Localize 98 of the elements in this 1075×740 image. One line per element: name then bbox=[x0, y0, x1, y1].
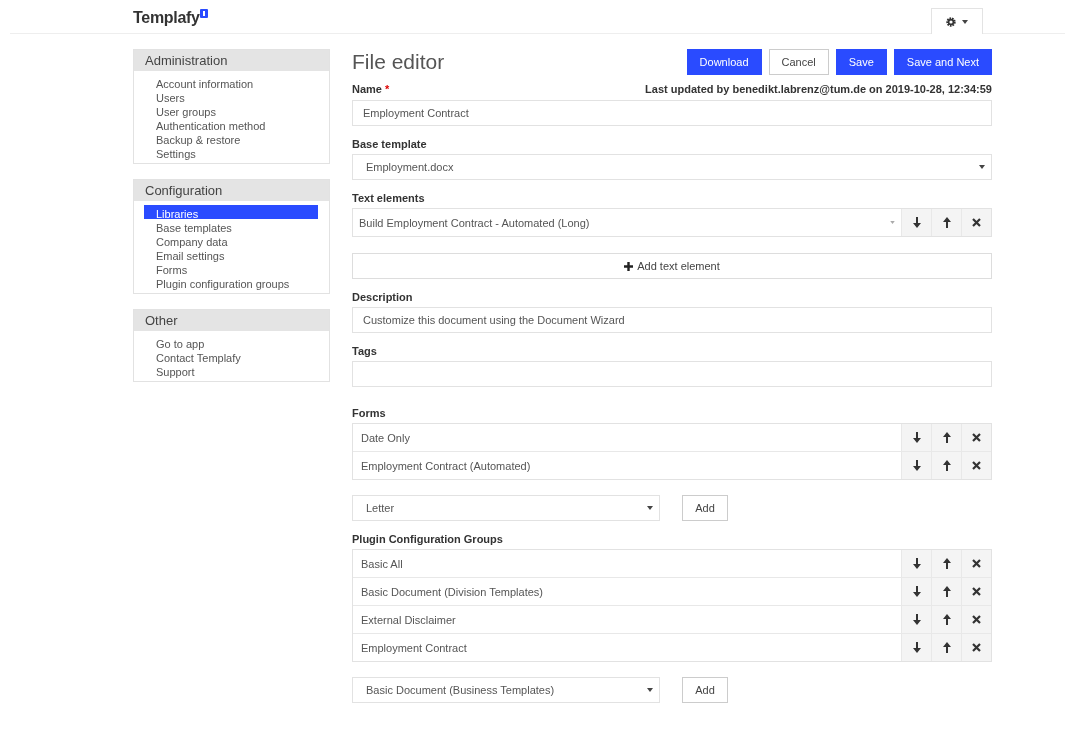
sidebar-item[interactable]: Backup & restore bbox=[144, 131, 318, 145]
move-down-button[interactable] bbox=[901, 550, 931, 577]
panel-header: Administration bbox=[134, 50, 329, 71]
move-down-button[interactable] bbox=[901, 452, 931, 479]
move-down-button[interactable] bbox=[901, 606, 931, 633]
settings-menu-button[interactable] bbox=[931, 8, 983, 34]
plugin-group-dropdown[interactable]: Basic Document (Business Templates) bbox=[352, 677, 660, 703]
caret-icon bbox=[890, 221, 895, 224]
move-up-button[interactable] bbox=[931, 578, 961, 605]
list-cell-text: Employment Contract (Automated) bbox=[360, 458, 532, 474]
arrow-up-icon bbox=[942, 586, 951, 597]
sidebar-item[interactable]: Forms bbox=[144, 261, 318, 275]
list-cell-text: External Disclaimer bbox=[360, 612, 457, 628]
move-down-button[interactable] bbox=[901, 209, 931, 236]
description-field[interactable]: Customize this document using the Document Wizard bbox=[352, 307, 992, 333]
remove-button[interactable] bbox=[961, 634, 991, 661]
field-label: Description bbox=[352, 291, 414, 303]
sidebar-item[interactable]: Account information bbox=[144, 75, 318, 89]
close-icon bbox=[972, 615, 981, 624]
sidebar-item[interactable]: Users bbox=[144, 89, 318, 103]
remove-button[interactable] bbox=[961, 209, 991, 236]
caret-icon bbox=[979, 165, 985, 169]
remove-button[interactable] bbox=[961, 550, 991, 577]
add-button[interactable]: Add bbox=[682, 677, 728, 703]
list-cell-text: Basic Document (Division Templates) bbox=[360, 584, 544, 600]
action-button[interactable]: Save and Next bbox=[893, 49, 992, 75]
sidebar-item[interactable]: User groups bbox=[144, 103, 318, 117]
move-up-button[interactable] bbox=[931, 452, 961, 479]
arrow-down-icon bbox=[912, 586, 921, 597]
close-icon bbox=[972, 461, 981, 470]
field-label: Tags bbox=[352, 345, 378, 357]
list-cell-text: Basic All bbox=[360, 556, 404, 572]
arrow-up-icon bbox=[942, 217, 951, 228]
action-button[interactable]: Download bbox=[686, 49, 762, 75]
arrow-down-icon bbox=[912, 558, 921, 569]
caret-icon bbox=[962, 19, 968, 24]
move-down-button[interactable] bbox=[901, 424, 931, 451]
tags-field[interactable] bbox=[352, 361, 992, 387]
move-up-button[interactable] bbox=[931, 424, 961, 451]
arrow-down-icon bbox=[912, 614, 921, 625]
move-down-button[interactable] bbox=[901, 578, 931, 605]
close-icon bbox=[972, 643, 981, 652]
arrow-up-icon bbox=[942, 432, 951, 443]
caret-icon bbox=[647, 688, 653, 692]
remove-button[interactable] bbox=[961, 578, 991, 605]
arrow-down-icon bbox=[912, 460, 921, 471]
close-icon bbox=[972, 559, 981, 568]
logo: Templafy bbox=[133, 9, 200, 27]
arrow-down-icon bbox=[912, 217, 921, 228]
remove-button[interactable] bbox=[961, 452, 991, 479]
sidebar-item[interactable]: Libraries bbox=[144, 205, 318, 219]
add-text-element-button[interactable]: Add text element bbox=[352, 253, 992, 279]
field-label: Text elements bbox=[352, 192, 426, 204]
arrow-up-icon bbox=[942, 614, 951, 625]
move-down-button[interactable] bbox=[901, 634, 931, 661]
plus-icon bbox=[624, 261, 634, 271]
move-up-button[interactable] bbox=[931, 209, 961, 236]
panel-header: Configuration bbox=[134, 180, 329, 201]
field-label: Name * bbox=[352, 83, 390, 95]
arrow-down-icon bbox=[912, 432, 921, 443]
field-label: Forms bbox=[352, 407, 387, 419]
action-button[interactable]: Cancel bbox=[768, 49, 829, 75]
arrow-up-icon bbox=[942, 642, 951, 653]
add-button[interactable]: Add bbox=[682, 495, 728, 521]
field-label: Plugin Configuration Groups bbox=[352, 533, 504, 545]
caret-icon bbox=[647, 506, 653, 510]
sidebar-item[interactable]: Base templates bbox=[144, 219, 318, 233]
settings-icon bbox=[946, 16, 956, 27]
last-updated-text: Last updated by benedikt.labrenz@tum.de on 2019-10-28, 12:34:59 bbox=[645, 83, 992, 95]
sidebar-item[interactable]: Company data bbox=[144, 233, 318, 247]
sidebar-item[interactable]: Plugin configuration groups bbox=[144, 275, 318, 289]
remove-button[interactable] bbox=[961, 606, 991, 633]
sidebar-item[interactable]: Contact Templafy bbox=[144, 349, 318, 363]
arrow-down-icon bbox=[912, 642, 921, 653]
arrow-up-icon bbox=[942, 460, 951, 471]
logo-badge-icon bbox=[199, 9, 208, 18]
list-cell-text: Employment Contract bbox=[360, 640, 468, 656]
remove-button[interactable] bbox=[961, 424, 991, 451]
page-title: File editor bbox=[352, 50, 445, 74]
move-up-button[interactable] bbox=[931, 550, 961, 577]
sidebar-item[interactable]: Go to app bbox=[144, 335, 318, 349]
move-up-button[interactable] bbox=[931, 606, 961, 633]
name-field[interactable]: Employment Contract bbox=[352, 100, 992, 126]
sidebar-item[interactable]: Settings bbox=[144, 145, 318, 159]
panel-header: Other bbox=[134, 310, 329, 331]
action-button[interactable]: Save bbox=[835, 49, 887, 75]
form-dropdown[interactable]: Letter bbox=[352, 495, 660, 521]
close-icon bbox=[972, 433, 981, 442]
move-up-button[interactable] bbox=[931, 634, 961, 661]
base-template-dropdown[interactable]: Employment.docx bbox=[352, 154, 992, 180]
close-icon bbox=[972, 218, 981, 227]
sidebar-item[interactable]: Authentication method bbox=[144, 117, 318, 131]
sidebar-item[interactable]: Support bbox=[144, 363, 318, 377]
close-icon bbox=[972, 587, 981, 596]
arrow-up-icon bbox=[942, 558, 951, 569]
list-cell-text: Date Only bbox=[360, 430, 411, 446]
sidebar-item[interactable]: Email settings bbox=[144, 247, 318, 261]
field-label: Base template bbox=[352, 138, 428, 150]
